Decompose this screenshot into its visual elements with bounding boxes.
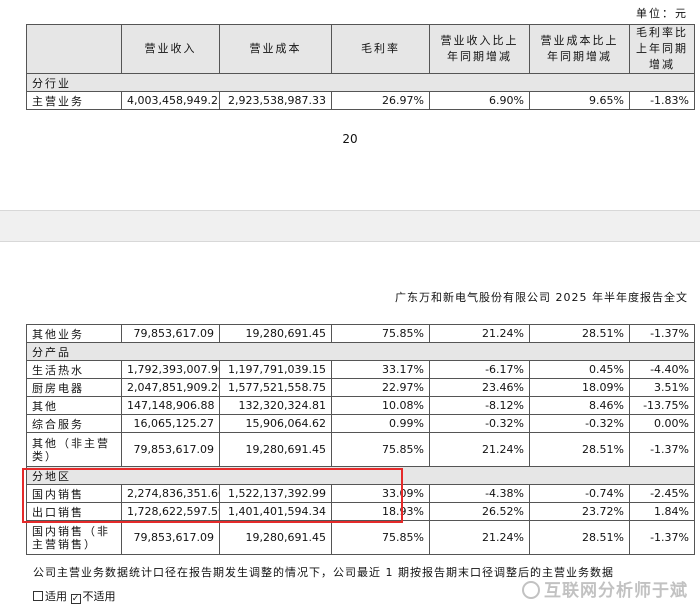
not-applicable-label: 不适用 [82,590,116,603]
table-cell: 79,853,617.09 [121,432,220,467]
table-row: 其他 147,148,906.88 132,320,324.81 10.08% … [26,396,695,415]
table-cell: 2,047,851,909.20 [121,378,220,397]
checkbox-applicable[interactable] [33,591,43,601]
row-label: 厨房电器 [26,378,122,397]
table-cell: 132,320,324.81 [219,396,332,415]
table-row: 其他（非主营类） 79,853,617.09 19,280,691.45 75.… [26,432,695,467]
watermark-text: 互联网分析师于斌 [544,581,688,601]
table-cell: 19,280,691.45 [219,520,332,555]
table-cell: -0.74% [529,484,630,503]
table-cell: 2,923,538,987.33 [219,91,332,110]
table-cell: -4.40% [629,360,695,379]
checkbox-not-applicable[interactable]: ✓ [70,594,81,604]
table-cell: 75.85% [331,324,430,343]
header-cell: 营业成本比上年同期增减 [529,24,630,74]
table-cell: 23.72% [529,502,630,521]
table-cell: 75.85% [331,432,430,467]
table-cell: 75.85% [331,520,430,555]
watermark: 互联网分析师于斌 [522,576,688,601]
header-cell: 营业收入 [121,24,220,74]
table-cell: 9.65% [529,91,630,110]
row-label: 其他业务 [26,324,122,343]
table-cell: -8.12% [429,396,530,415]
row-label: 综合服务 [26,414,122,433]
weibo-logo-icon [522,581,540,599]
table-cell: 28.51% [529,520,630,555]
table-cell: 1.84% [629,502,695,521]
section-row: 分行业 [26,73,695,92]
table-cell: -1.37% [629,432,695,467]
header-cell: 毛利率比上年同期增减 [629,24,695,74]
table-cell: 28.51% [529,324,630,343]
table-cell: 16,065,125.27 [121,414,220,433]
table-cell: -0.32% [429,414,530,433]
table-row: 国内销售（非主营销售） 79,853,617.09 19,280,691.45 … [26,520,695,555]
table-cell: 28.51% [529,432,630,467]
table-cell: 21.24% [429,520,530,555]
table-cell: -4.38% [429,484,530,503]
table-cell: 21.24% [429,432,530,467]
header-cell: 毛利率 [331,24,430,74]
table-cell: 0.00% [629,414,695,433]
applicability-options: 适用 ✓ 不适用 [33,588,116,604]
table-cell: 22.97% [331,378,430,397]
table-row: 综合服务 16,065,125.27 15,906,064.62 0.99% -… [26,414,695,433]
header-cell [26,24,122,74]
table-cell: 18.09% [529,378,630,397]
table-cell: -6.17% [429,360,530,379]
table-cell: 6.90% [429,91,530,110]
section-row: 分产品 [26,342,695,361]
table-cell: 0.99% [331,414,430,433]
table-row: 其他业务 79,853,617.09 19,280,691.45 75.85% … [26,324,695,343]
table-cell: 1,577,521,558.75 [219,378,332,397]
table-cell: -1.37% [629,324,695,343]
revenue-table-top: 营业收入 营业成本 毛利率 营业收入比上年同期增减 营业成本比上年同期增减 毛利… [26,24,695,110]
table-cell: 0.45% [529,360,630,379]
table-cell: -1.83% [629,91,695,110]
header-cell: 营业收入比上年同期增减 [429,24,530,74]
document-title: 广东万和新电气股份有限公司 2025 年半年度报告全文 [395,291,688,304]
row-label: 其他 [26,396,122,415]
table-cell: 4,003,458,949.25 [121,91,220,110]
table-cell: 8.46% [529,396,630,415]
table-cell: 19,280,691.45 [219,432,332,467]
table-cell: 1,197,791,039.15 [219,360,332,379]
row-label: 国内销售（非主营销售） [26,520,122,555]
table-cell: 79,853,617.09 [121,324,220,343]
table-cell: 10.08% [331,396,430,415]
row-label: 其他（非主营类） [26,432,122,467]
table-cell: 15,906,064.62 [219,414,332,433]
page-break [0,210,700,242]
row-label: 生活热水 [26,360,122,379]
table-cell: 1,792,393,007.90 [121,360,220,379]
table-cell: 147,148,906.88 [121,396,220,415]
table-cell: 23.46% [429,378,530,397]
table-cell: 26.52% [429,502,530,521]
unit-label: 单位：元 [636,7,688,20]
table-cell: -0.32% [529,414,630,433]
region-highlight-box [22,468,403,523]
table-cell: -2.45% [629,484,695,503]
row-label: 主营业务 [26,91,122,110]
table-cell: 3.51% [629,378,695,397]
table-header-row: 营业收入 营业成本 毛利率 营业收入比上年同期增减 营业成本比上年同期增减 毛利… [26,24,695,74]
table-cell: 19,280,691.45 [219,324,332,343]
section-label: 分行业 [26,73,695,92]
section-label: 分产品 [26,342,695,361]
table-row: 厨房电器 2,047,851,909.20 1,577,521,558.75 2… [26,378,695,397]
table-cell: 21.24% [429,324,530,343]
header-cell: 营业成本 [219,24,332,74]
table-cell: -1.37% [629,520,695,555]
table-cell: 26.97% [331,91,430,110]
table-cell: -13.75% [629,396,695,415]
table-row: 生活热水 1,792,393,007.90 1,197,791,039.15 3… [26,360,695,379]
page-number: 20 [342,132,358,146]
applicable-label: 适用 [45,590,67,603]
table-cell: 79,853,617.09 [121,520,220,555]
table-cell: 33.17% [331,360,430,379]
table-row: 主营业务 4,003,458,949.25 2,923,538,987.33 2… [26,91,695,110]
